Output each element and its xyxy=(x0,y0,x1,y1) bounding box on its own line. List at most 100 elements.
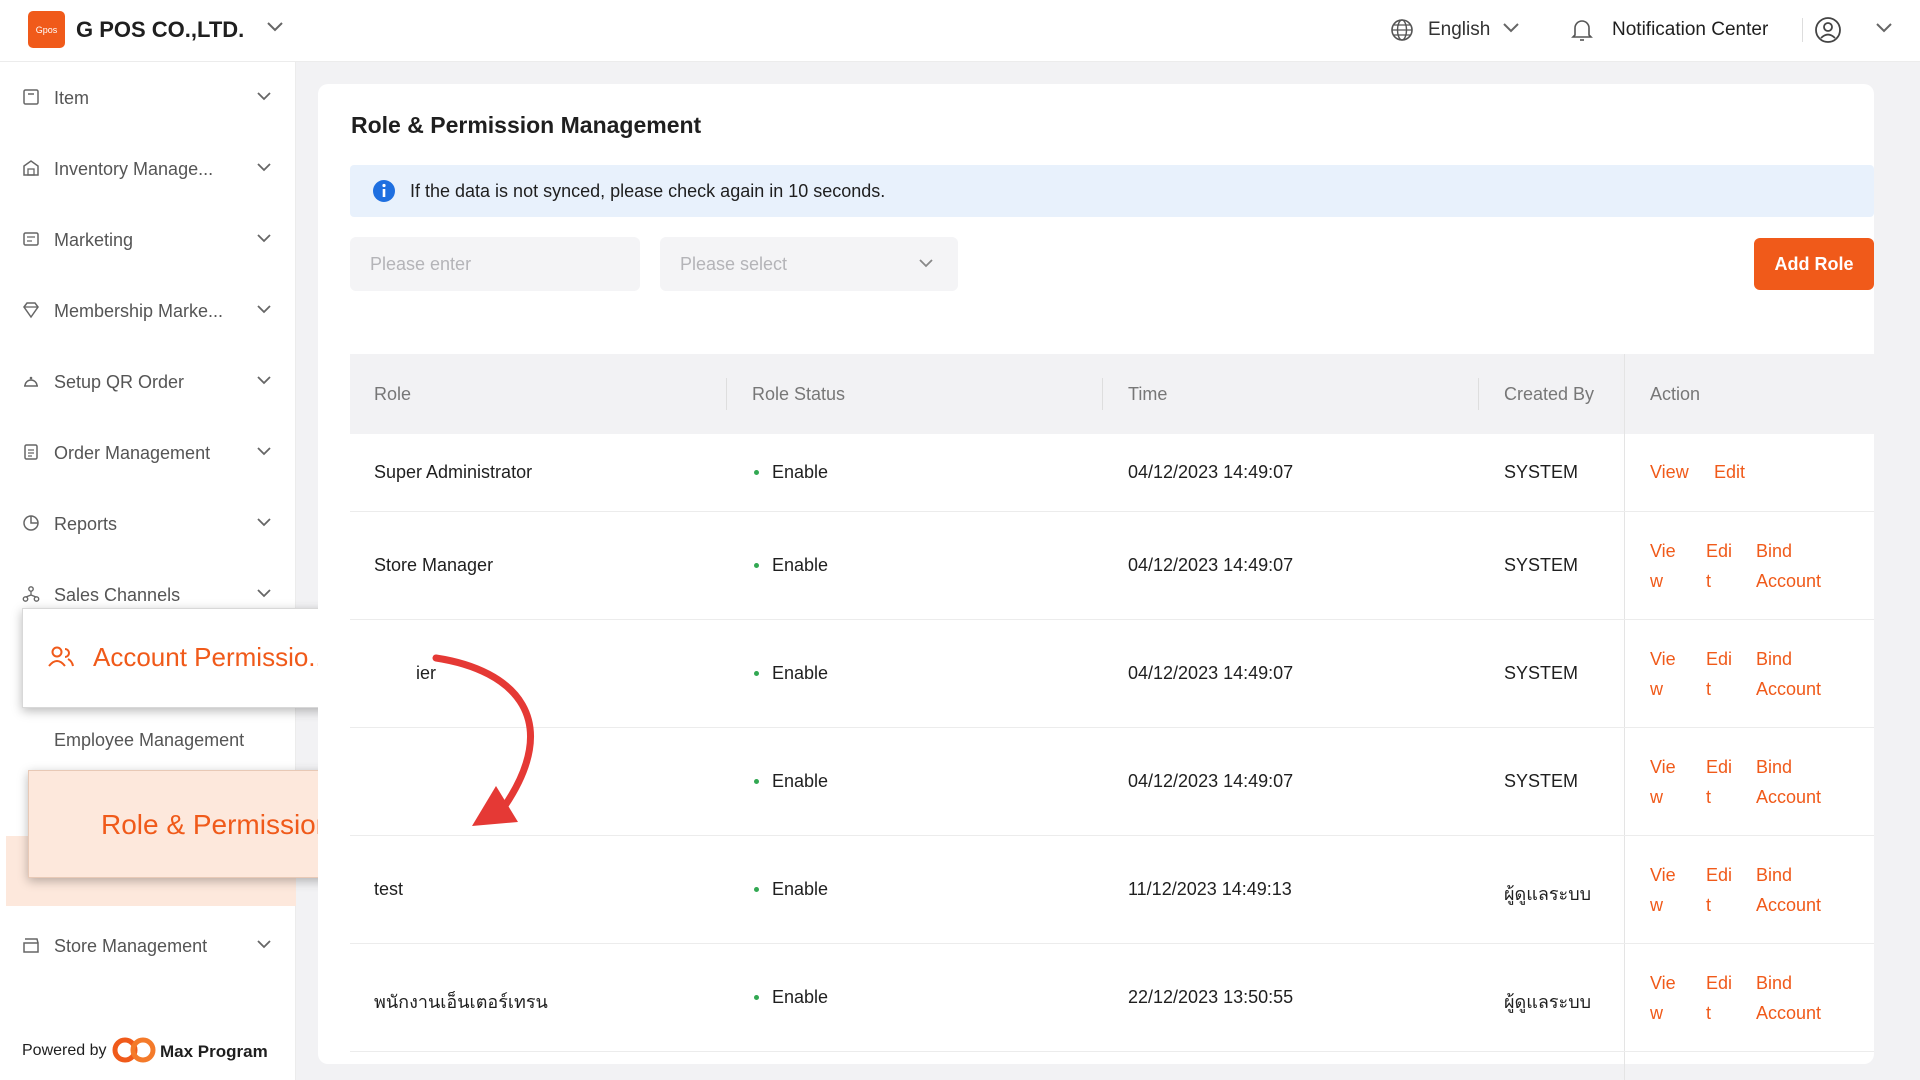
view-link[interactable]: View xyxy=(1650,860,1676,920)
chevron-down-icon xyxy=(919,259,933,268)
link-text: Account xyxy=(1756,679,1822,699)
add-role-button[interactable]: Add Role xyxy=(1754,238,1874,290)
role-search-input[interactable] xyxy=(350,237,640,291)
sidebar-item-reports[interactable]: Reports xyxy=(0,500,296,548)
view-link[interactable]: View xyxy=(1650,968,1676,1028)
column-header-time[interactable]: Time xyxy=(1128,384,1167,405)
logo-text: Gpos xyxy=(35,24,58,35)
column-header-created-by[interactable]: Created By xyxy=(1504,384,1594,405)
bind-account-link[interactable]: Bind Account xyxy=(1756,860,1821,920)
top-bar: Gpos G POS CO.,LTD. English Notification… xyxy=(0,0,1920,62)
table-header: Role Role Status Time Created By Action xyxy=(350,354,1874,434)
link-text: w xyxy=(1650,679,1663,699)
link-text: Edi xyxy=(1706,865,1733,885)
link-text: Account xyxy=(1756,787,1822,807)
chevron-down-icon xyxy=(257,518,271,527)
link-text: Edi xyxy=(1706,541,1733,561)
gpos-logo[interactable]: Gpos xyxy=(28,11,65,48)
link-text: t xyxy=(1706,679,1712,699)
status-dot xyxy=(754,671,759,676)
sidebar: Item Inventory Manage... Marketing Membe… xyxy=(0,62,296,1080)
chevron-down-icon[interactable] xyxy=(266,20,284,34)
language-selector[interactable]: English xyxy=(1428,19,1490,41)
powered-by-text: Powered by xyxy=(22,1042,107,1059)
view-link[interactable]: View xyxy=(1650,752,1676,812)
status-badge: Enable xyxy=(754,879,829,900)
globe-icon[interactable] xyxy=(1390,18,1414,42)
role-name: Super Administrator xyxy=(374,462,533,482)
status-select[interactable]: Please select xyxy=(660,237,958,291)
chevron-down-icon[interactable] xyxy=(1875,21,1893,35)
edit-link[interactable]: Edit xyxy=(1706,536,1732,596)
chevron-down-icon xyxy=(257,305,271,314)
sidebar-item-membership[interactable]: Membership Marke... xyxy=(0,287,296,335)
view-link[interactable]: View xyxy=(1650,536,1676,596)
bind-account-link[interactable]: Bind Account xyxy=(1756,968,1821,1028)
max-program-brand: Max Program xyxy=(160,1042,268,1061)
status-badge: Enable xyxy=(754,771,829,792)
status-text: Enable xyxy=(772,462,829,482)
link-text: Edi xyxy=(1706,973,1733,993)
chevron-down-icon[interactable] xyxy=(1502,21,1520,35)
status-dot xyxy=(754,887,759,892)
edit-link[interactable]: Edi t xyxy=(1706,968,1732,1028)
warehouse-icon xyxy=(23,160,39,176)
created-by-cell: SYSTEM xyxy=(1504,663,1579,683)
cloche-icon xyxy=(24,376,38,387)
column-header-role[interactable]: Role xyxy=(374,384,411,405)
sidebar-item-item[interactable]: Item xyxy=(0,74,296,122)
sidebar-item-marketing[interactable]: Marketing xyxy=(0,216,296,264)
link-text: Account xyxy=(1756,571,1822,591)
edit-link[interactable]: Edit xyxy=(1706,860,1732,920)
edit-link[interactable]: Edi t xyxy=(1706,644,1732,704)
view-link[interactable]: View xyxy=(1650,462,1689,483)
edit-link[interactable]: Edi t xyxy=(1706,752,1732,812)
created-by-cell: ผู้ดูแลระบบ xyxy=(1504,992,1592,1012)
column-header-role-status[interactable]: Role Status xyxy=(752,384,845,405)
divider xyxy=(1802,18,1803,42)
status-badge: Enable xyxy=(754,987,829,1008)
link-text: Edi xyxy=(1706,757,1733,777)
bind-account-link[interactable]: Bind Account xyxy=(1756,752,1821,812)
edit-link[interactable]: Edit xyxy=(1714,462,1745,483)
diamond-icon xyxy=(23,302,39,319)
link-text: Bind xyxy=(1756,757,1793,777)
bell-icon[interactable] xyxy=(1570,17,1594,43)
user-avatar-icon[interactable] xyxy=(1814,16,1842,44)
column-divider xyxy=(1478,378,1479,410)
select-placeholder: Please select xyxy=(680,254,788,274)
sidebar-item-order-management[interactable]: Order Management xyxy=(0,429,296,477)
company-name[interactable]: G POS CO.,LTD. xyxy=(76,17,244,43)
view-link[interactable]: Vie w xyxy=(1650,644,1676,704)
sidebar-item-label: Inventory Manage... xyxy=(54,159,214,179)
link-text: Vie xyxy=(1650,649,1676,669)
created-by-cell: ผู้ดูแลระบบ xyxy=(1504,884,1592,904)
sidebar-item-inventory[interactable]: Inventory Manage... xyxy=(0,145,296,193)
sidebar-item-label: Order Management xyxy=(54,443,211,463)
sidebar-item-label: Membership Marke... xyxy=(54,301,224,321)
status-text: Enable xyxy=(772,879,829,899)
status-dot xyxy=(754,563,759,568)
table-row: test Enable 11/12/2023 14:49:13 ผู้ดูแลร… xyxy=(350,836,1874,944)
created-by-cell: SYSTEM xyxy=(1504,771,1579,791)
created-by-cell: SYSTEM xyxy=(1504,462,1579,482)
status-badge: Enable xyxy=(754,555,828,576)
sidebar-item-store-management[interactable]: Store Management xyxy=(0,922,296,970)
table-row: พนักงานเอ็นเตอร์เทรน Enable 22/12/2023 1… xyxy=(350,944,1874,1052)
sidebar-item-label: Reports xyxy=(54,514,118,534)
notification-center-link[interactable]: Notification Center xyxy=(1612,19,1768,41)
column-divider xyxy=(726,378,727,410)
sidebar-subitem-employee-management[interactable]: Employee Management xyxy=(54,730,244,751)
bind-account-link[interactable]: Bind Account xyxy=(1756,536,1821,596)
status-text: Enable xyxy=(772,771,829,791)
link-text: Edi xyxy=(1706,649,1733,669)
status-text: Enable xyxy=(772,987,829,1007)
link-text: Bind xyxy=(1756,865,1793,885)
link-text: t xyxy=(1706,787,1712,807)
chevron-down-icon xyxy=(257,163,271,172)
time-cell: 04/12/2023 14:49:07 xyxy=(1128,555,1294,575)
sidebar-item-setup-qr-order[interactable]: Setup QR Order xyxy=(0,358,296,406)
status-dot xyxy=(754,470,759,475)
link-text: t xyxy=(1706,1003,1712,1023)
bind-account-link[interactable]: Bind Account xyxy=(1756,644,1821,704)
